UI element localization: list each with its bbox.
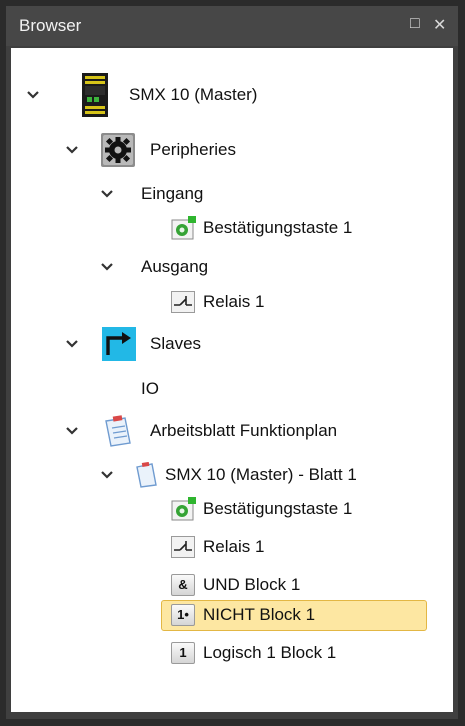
tree-label-eingang-child: Bestätigungstaste 1	[203, 218, 353, 237]
chevron-down-icon[interactable]	[65, 337, 79, 351]
tree-node-eingang-child[interactable]: Bestätigungstaste 1	[11, 209, 453, 247]
tree-label-worksheet: Arbeitsblatt Funktionplan	[150, 421, 338, 440]
tree-node-peripheries[interactable]: Peripheries	[11, 129, 453, 171]
and-gate-icon: &	[171, 574, 195, 596]
logic-one-icon: 1	[171, 642, 195, 664]
close-icon[interactable]: ✕	[433, 15, 446, 35]
tree-label-ausgang: Ausgang	[141, 257, 209, 276]
tree-label-master: SMX 10 (Master)	[129, 85, 258, 104]
tree-node-slaves[interactable]: Slaves	[11, 322, 453, 366]
chevron-down-icon[interactable]	[100, 187, 114, 201]
tree-label-sheet: SMX 10 (Master) - Blatt 1	[165, 465, 357, 484]
relay-icon	[171, 291, 195, 313]
chevron-down-icon[interactable]	[100, 260, 114, 274]
chevron-down-icon[interactable]	[65, 143, 79, 157]
tree-label-sheet-item: Relais 1	[203, 537, 265, 556]
tree-node-ausgang-child[interactable]: Relais 1	[11, 283, 453, 321]
tree-node-sheet-item-selected[interactable]: 1• NICHT Block 1	[11, 596, 453, 634]
tree-label-sheet-item: Bestätigungstaste 1	[203, 499, 353, 518]
panel-titlebar: Browser □ ✕	[6, 6, 458, 46]
pushbutton-icon	[171, 216, 196, 240]
tree-node-sheet-item[interactable]: Relais 1	[11, 528, 453, 566]
tree-node-eingang[interactable]: Eingang	[11, 175, 453, 213]
tree-view: SMX 10 (Master) Peripheries Eingang Best…	[11, 48, 453, 712]
tree-label-sheet-item: NICHT Block 1	[203, 605, 316, 624]
tree-node-sheet-item[interactable]: 1 Logisch 1 Block 1	[11, 634, 453, 672]
tree-node-sheet[interactable]: SMX 10 (Master) - Blatt 1	[11, 456, 453, 494]
relay-icon	[171, 536, 195, 558]
chevron-down-icon[interactable]	[65, 424, 79, 438]
chevron-down-icon[interactable]	[100, 468, 114, 482]
tree-label-peripheries: Peripheries	[150, 140, 236, 159]
sheet-icon	[136, 462, 157, 488]
tree-label-sheet-item: Logisch 1 Block 1	[203, 643, 337, 662]
clipboard-icon	[105, 415, 131, 447]
tree-node-io[interactable]: IO	[11, 370, 453, 408]
device-icon	[82, 73, 108, 117]
tree-node-sheet-item[interactable]: Bestätigungstaste 1	[11, 490, 453, 528]
tree-label-eingang: Eingang	[141, 184, 204, 203]
tree-label-sheet-item: UND Block 1	[203, 575, 301, 594]
panel-title: Browser	[19, 16, 82, 35]
slaves-arrow-icon	[102, 327, 136, 361]
gear-icon	[101, 133, 135, 167]
tree-label-ausgang-child: Relais 1	[203, 292, 265, 311]
maximize-icon[interactable]: □	[410, 15, 420, 33]
browser-panel: Browser □ ✕ SMX 10 (Master) Peripheries …	[6, 6, 458, 719]
tree-node-worksheet[interactable]: Arbeitsblatt Funktionplan	[11, 410, 453, 452]
tree-label-slaves: Slaves	[150, 334, 202, 353]
tree-node-ausgang[interactable]: Ausgang	[11, 248, 453, 286]
tree-node-master[interactable]: SMX 10 (Master)	[11, 72, 453, 118]
not-gate-icon: 1•	[171, 604, 195, 626]
tree-label-io: IO	[141, 379, 159, 398]
chevron-down-icon[interactable]	[26, 88, 40, 102]
pushbutton-icon	[171, 497, 196, 521]
